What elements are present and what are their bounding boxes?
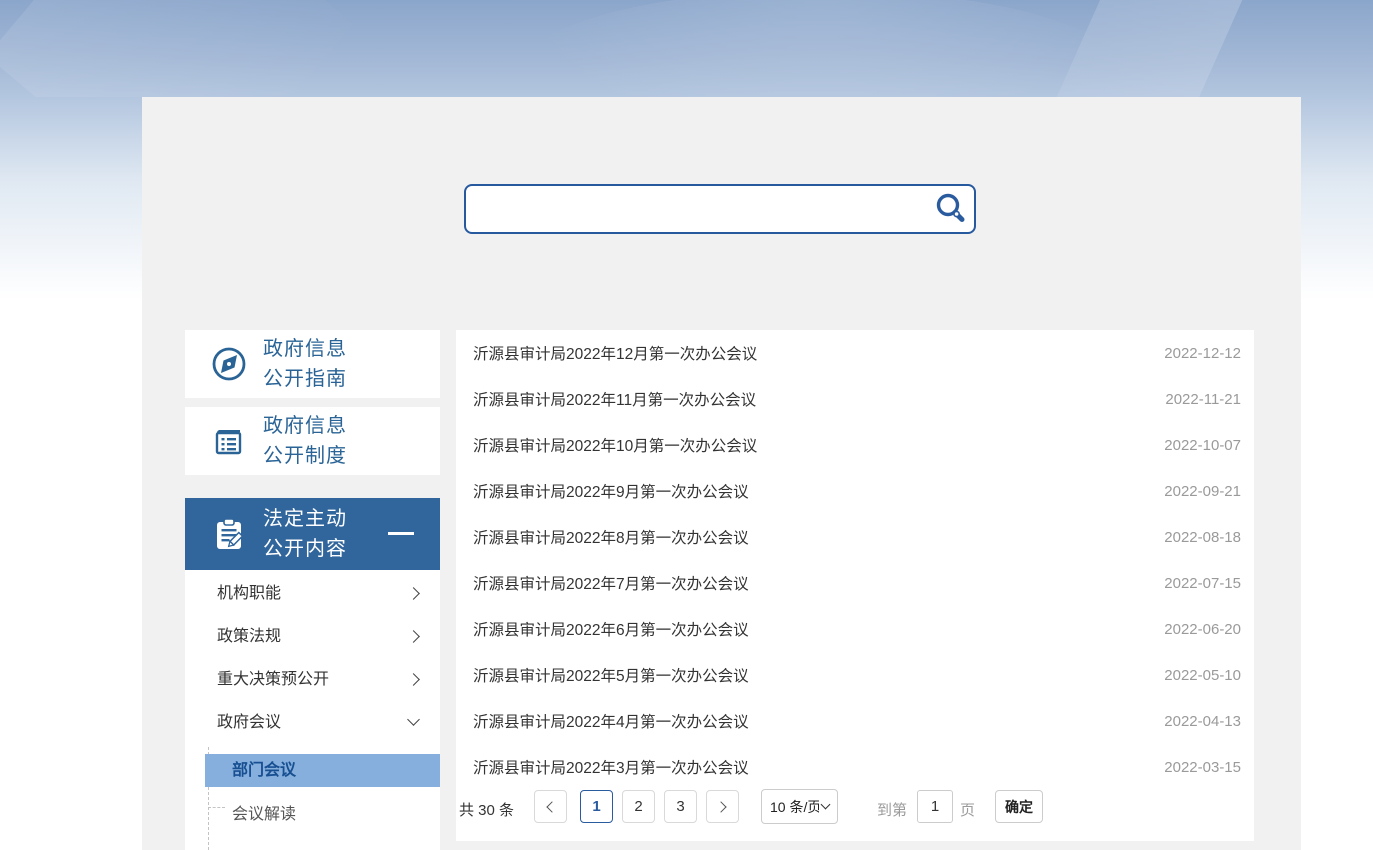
list-item: 沂源县审计局2022年10月第一次办公会议 2022-10-07	[456, 422, 1254, 468]
article-date: 2022-07-15	[1164, 575, 1241, 592]
chevron-right-icon	[407, 630, 420, 643]
search-button[interactable]	[926, 186, 974, 232]
article-link[interactable]: 沂源县审计局2022年9月第一次办公会议	[473, 480, 749, 502]
article-date: 2022-06-20	[1164, 621, 1241, 638]
goto-page-prefix: 到第	[877, 799, 907, 820]
sidebar-item-gov-info-guide[interactable]: 政府信息 公开指南	[185, 330, 440, 398]
submenu-item-label: 部门会议	[232, 762, 296, 779]
chevron-right-icon	[407, 587, 420, 600]
article-date: 2022-10-07	[1164, 437, 1241, 454]
chevron-left-icon	[546, 801, 557, 812]
article-date: 2022-12-12	[1164, 345, 1241, 362]
page-size-select-wrap: 10 条/页	[761, 789, 838, 824]
article-date: 2022-09-21	[1164, 483, 1241, 500]
compass-icon	[209, 344, 249, 384]
article-link[interactable]: 沂源县审计局2022年5月第一次办公会议	[473, 664, 749, 686]
goto-page-suffix: 页	[960, 799, 975, 820]
page-button-3[interactable]: 3	[664, 790, 697, 823]
goto-page-input[interactable]	[917, 790, 953, 823]
clipboard-pencil-icon	[209, 514, 249, 554]
article-link[interactable]: 沂源县审计局2022年7月第一次办公会议	[473, 572, 749, 594]
chevron-down-icon	[407, 713, 420, 726]
article-date: 2022-03-15	[1164, 759, 1241, 776]
menu-item-label: 机构职能	[217, 585, 281, 602]
search-box	[464, 184, 976, 234]
article-link[interactable]: 沂源县审计局2022年11月第一次办公会议	[473, 388, 756, 410]
article-date: 2022-05-10	[1164, 667, 1241, 684]
article-link[interactable]: 沂源县审计局2022年3月第一次办公会议	[473, 756, 749, 778]
submenu-item-label: 会议解读	[232, 806, 296, 823]
article-link[interactable]: 沂源县审计局2022年4月第一次办公会议	[473, 710, 749, 732]
pagination: 共 30 条 1 2 3 10 条/页 到第 页 确定	[456, 790, 1254, 841]
article-link[interactable]: 沂源县审计局2022年10月第一次办公会议	[473, 434, 757, 456]
total-count-label: 共 30 条	[459, 799, 514, 820]
chevron-right-icon	[407, 673, 420, 686]
sidebar-item-major-decisions[interactable]: 重大决策预公开	[185, 658, 440, 701]
chevron-right-icon	[715, 801, 726, 812]
article-date: 2022-11-21	[1165, 391, 1241, 408]
sidebar-item-meeting-interpretation[interactable]: 会议解读	[232, 800, 296, 830]
list-item: 沂源县审计局2022年12月第一次办公会议 2022-12-12	[456, 330, 1254, 376]
menu-item-label: 政府会议	[217, 714, 281, 731]
top-banner	[0, 0, 1373, 97]
menu-item-label: 重大决策预公开	[217, 671, 329, 688]
article-link[interactable]: 沂源县审计局2022年6月第一次办公会议	[473, 618, 749, 640]
sidebar-item-org-functions[interactable]: 机构职能	[185, 572, 440, 615]
list-item: 沂源县审计局2022年7月第一次办公会议 2022-07-15	[456, 560, 1254, 606]
article-link[interactable]: 沂源县审计局2022年12月第一次办公会议	[473, 342, 757, 364]
sidebar-item-gov-meetings[interactable]: 政府会议	[185, 701, 440, 744]
list-item: 沂源县审计局2022年8月第一次办公会议 2022-08-18	[456, 514, 1254, 560]
confirm-button[interactable]: 确定	[995, 790, 1043, 823]
magnifier-icon	[931, 190, 969, 228]
minus-icon	[388, 532, 414, 535]
page-size-select[interactable]: 10 条/页	[761, 789, 838, 824]
article-date: 2022-08-18	[1164, 529, 1241, 546]
notebook-icon	[209, 421, 249, 461]
list-item: 沂源县审计局2022年5月第一次办公会议 2022-05-10	[456, 652, 1254, 698]
page-button-1[interactable]: 1	[580, 790, 613, 823]
sidebar-card-label: 政府信息	[263, 334, 347, 364]
list-item: 沂源县审计局2022年4月第一次办公会议 2022-04-13	[456, 698, 1254, 744]
banner-streak	[520, 0, 1120, 97]
sidebar-menu: 机构职能 政策法规 重大决策预公开 政府会议	[185, 570, 440, 850]
list-item: 沂源县审计局2022年3月第一次办公会议 2022-03-15	[456, 744, 1254, 790]
prev-page-button[interactable]	[534, 790, 567, 823]
tree-line	[208, 807, 225, 808]
sidebar-item-gov-info-system[interactable]: 政府信息 公开制度	[185, 407, 440, 475]
search-input[interactable]	[466, 186, 926, 232]
page-button-2[interactable]: 2	[622, 790, 655, 823]
list-item: 沂源县审计局2022年9月第一次办公会议 2022-09-21	[456, 468, 1254, 514]
sidebar-card-label: 公开内容	[263, 534, 347, 564]
sidebar-card-label: 公开制度	[263, 441, 347, 471]
page: 政府信息 公开指南 政府信息 公开制度	[0, 0, 1373, 850]
article-link[interactable]: 沂源县审计局2022年8月第一次办公会议	[473, 526, 749, 548]
next-page-button[interactable]	[706, 790, 739, 823]
list-item: 沂源县审计局2022年6月第一次办公会议 2022-06-20	[456, 606, 1254, 652]
sidebar-item-department-meetings[interactable]: 部门会议	[205, 754, 440, 787]
sidebar-item-policies[interactable]: 政策法规	[185, 615, 440, 658]
article-date: 2022-04-13	[1164, 713, 1241, 730]
sidebar-card-label: 法定主动	[263, 504, 347, 534]
sidebar-card-label: 公开指南	[263, 364, 347, 394]
article-list: 沂源县审计局2022年12月第一次办公会议 2022-12-12 沂源县审计局2…	[456, 330, 1254, 841]
sidebar-card-label: 政府信息	[263, 411, 347, 441]
list-item: 沂源县审计局2022年11月第一次办公会议 2022-11-21	[456, 376, 1254, 422]
banner-streak	[0, 0, 353, 97]
sidebar-item-legal-disclosure[interactable]: 法定主动 公开内容	[185, 498, 440, 570]
menu-item-label: 政策法规	[217, 628, 281, 645]
